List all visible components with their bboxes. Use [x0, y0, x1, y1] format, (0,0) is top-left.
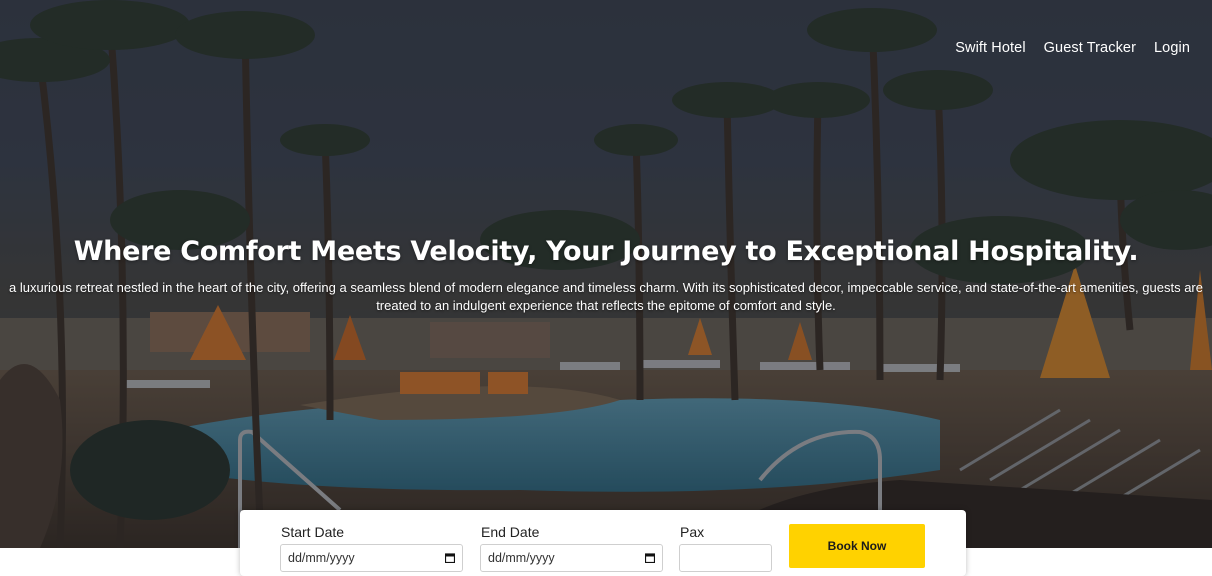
end-date-input[interactable]: dd/mm/yyyy — [480, 544, 663, 572]
nav-link-login[interactable]: Login — [1154, 40, 1190, 56]
top-nav: Swift Hotel Guest Tracker Login — [955, 40, 1190, 56]
start-date-value: dd/mm/yyyy — [288, 551, 355, 565]
hero-headline: Where Comfort Meets Velocity, Your Journ… — [73, 236, 1139, 267]
book-now-button[interactable]: Book Now — [789, 524, 925, 568]
pax-input[interactable] — [679, 544, 772, 572]
hero-banner: Swift Hotel Guest Tracker Login Where Co… — [0, 0, 1212, 548]
booking-form: Start Date dd/mm/yyyy End Date dd/mm/yyy… — [240, 510, 966, 576]
hero-description: a luxurious retreat nestled in the heart… — [9, 280, 1203, 313]
end-date-value: dd/mm/yyyy — [488, 551, 555, 565]
hero-overlay — [0, 0, 1212, 548]
nav-link-guest-tracker[interactable]: Guest Tracker — [1044, 40, 1136, 56]
end-date-label: End Date — [481, 524, 540, 540]
start-date-input[interactable]: dd/mm/yyyy — [280, 544, 463, 572]
nav-link-swift-hotel[interactable]: Swift Hotel — [955, 40, 1025, 56]
start-date-label: Start Date — [281, 524, 345, 540]
calendar-icon[interactable] — [645, 553, 655, 563]
calendar-icon[interactable] — [445, 553, 455, 563]
pax-label: Pax — [680, 524, 705, 540]
